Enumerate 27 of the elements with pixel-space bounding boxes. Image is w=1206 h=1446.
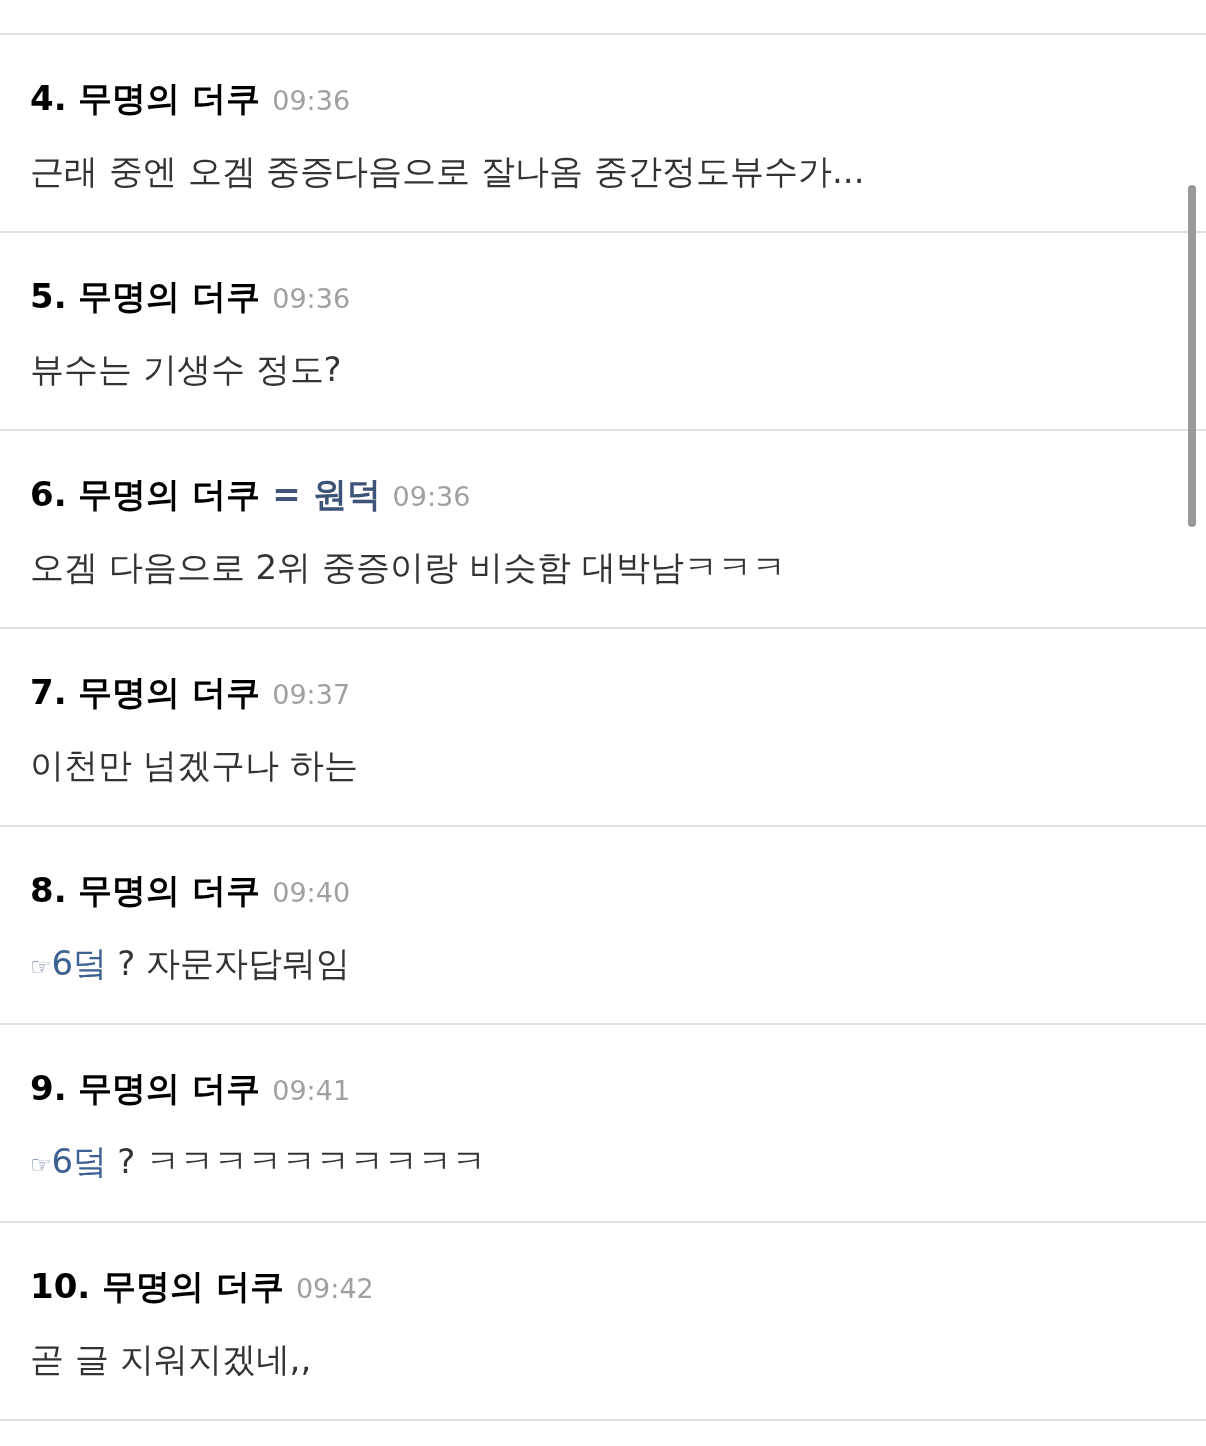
- comment-time: 09:40: [272, 876, 351, 910]
- comment-text: 곧 글 지워지겠네,,: [30, 1338, 312, 1381]
- scrollbar-thumb[interactable]: [1188, 185, 1196, 527]
- comment-text: ? 자문자답뭐임: [117, 942, 350, 985]
- comment-time: 09:37: [272, 678, 351, 712]
- pointing-hand-icon: ☞: [30, 949, 52, 985]
- comment-text: 뷰수는 기생수 정도?: [30, 348, 342, 391]
- reply-link[interactable]: ☞6덬: [30, 938, 108, 989]
- comment-author: 10. 무명의 더쿠: [30, 1265, 284, 1308]
- comment-time: 09:41: [272, 1074, 351, 1108]
- comment-text: ? ㅋㅋㅋㅋㅋㅋㅋㅋㅋㅋ: [117, 1140, 486, 1183]
- pointing-hand-icon: ☞: [30, 1147, 52, 1183]
- comment-text: 근래 중엔 오겜 중증다음으로 잘나옴 중간정도뷰수가...: [30, 150, 865, 193]
- comment-author: 7. 무명의 더쿠: [30, 671, 261, 714]
- comment-text: 이천만 넘겠구나 하는: [30, 744, 358, 787]
- reply-link[interactable]: ☞6덬: [30, 1136, 108, 1187]
- comment-author: 4. 무명의 더쿠: [30, 77, 261, 120]
- comment-author: 6. 무명의 더쿠: [30, 473, 261, 516]
- comment-author: 8. 무명의 더쿠: [30, 869, 261, 912]
- comment-author: 5. 무명의 더쿠: [30, 275, 261, 318]
- comment-text: 오겜 다음으로 2위 중증이랑 비슷함 대박남ㅋㅋㅋ: [30, 546, 786, 589]
- comment-time: 09:42: [295, 1272, 374, 1306]
- original-poster-tag: = 원덕: [272, 469, 381, 520]
- comment-author: 9. 무명의 더쿠: [30, 1067, 261, 1110]
- comment-time: 09:36: [392, 480, 471, 514]
- comment-time: 09:36: [272, 282, 351, 316]
- comment-time: 09:36: [272, 84, 351, 118]
